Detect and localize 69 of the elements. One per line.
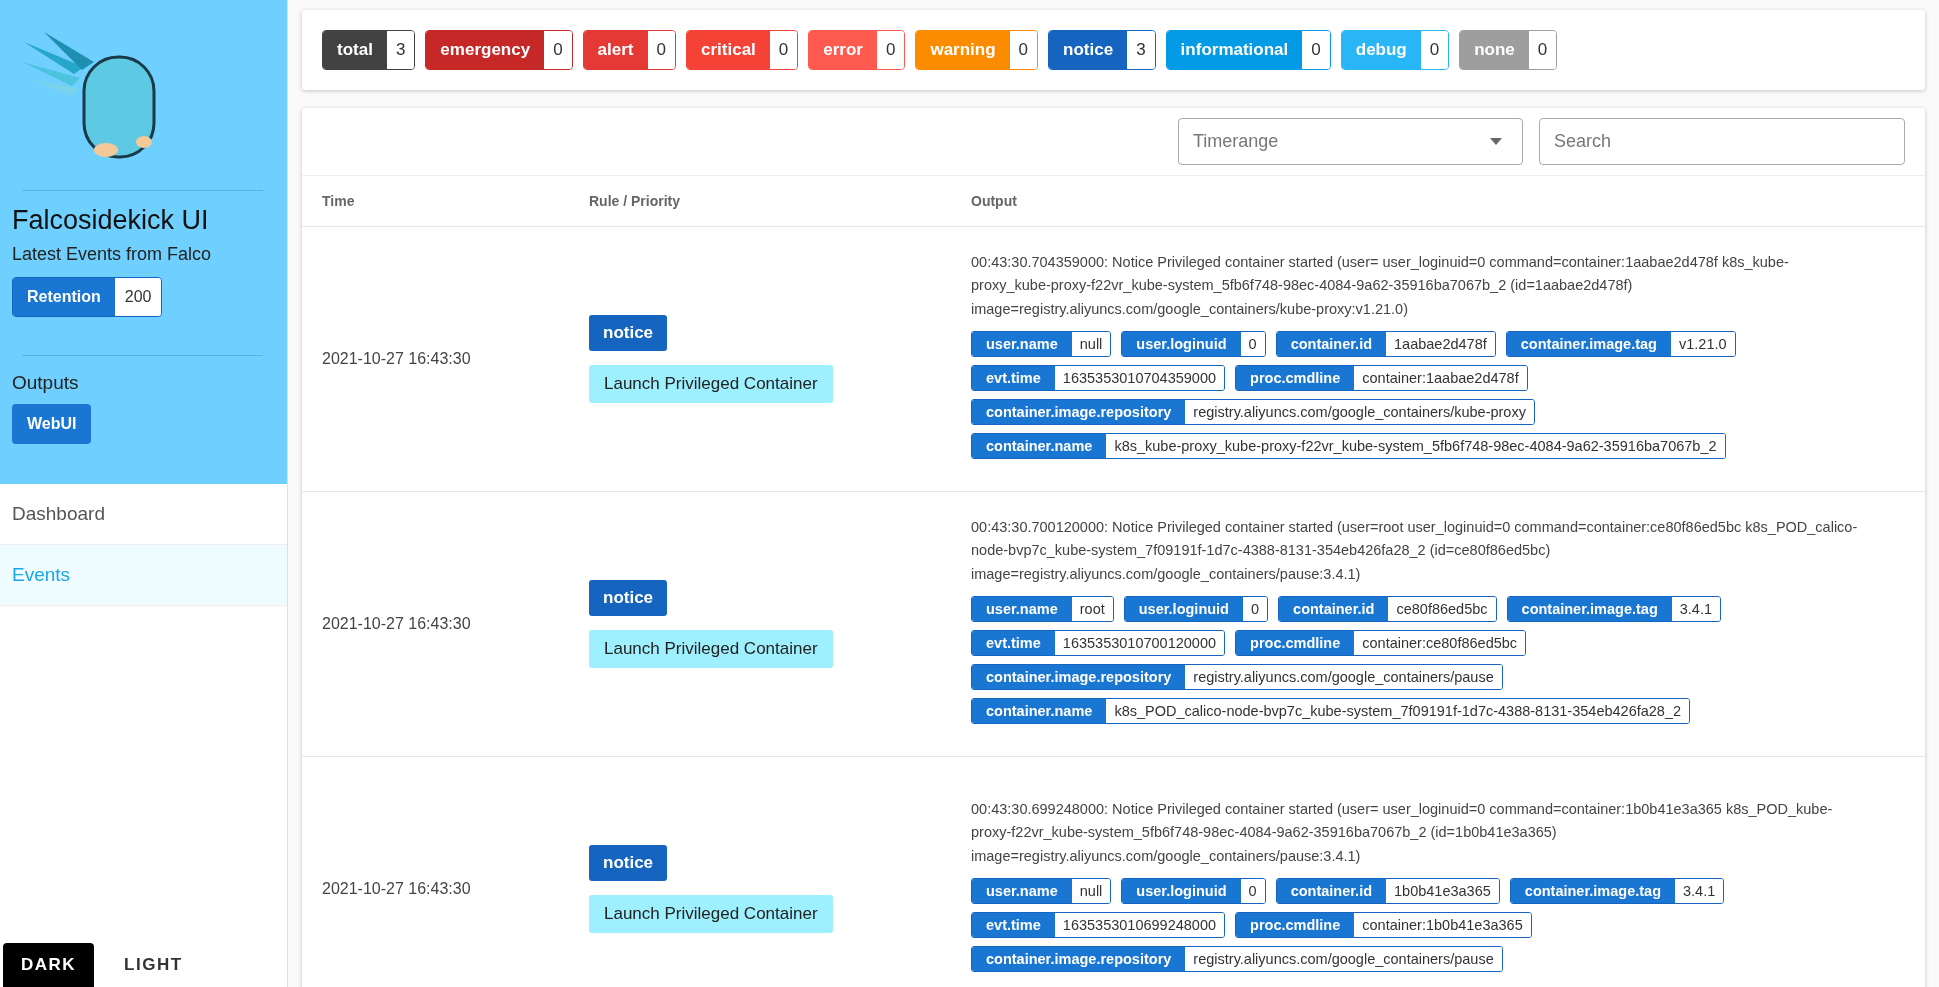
counter-label: warning: [916, 31, 1010, 69]
priority-counter[interactable]: none 0: [1459, 30, 1558, 70]
field-key: user.name: [972, 332, 1072, 357]
retention-label: Retention: [13, 278, 115, 316]
field-key: container.name: [972, 699, 1107, 724]
field-key: evt.time: [972, 631, 1055, 656]
priority-counter[interactable]: total 3: [322, 30, 416, 70]
priority-counter[interactable]: critical 0: [686, 30, 799, 70]
field-key: evt.time: [972, 366, 1055, 391]
priority-counter[interactable]: notice 3: [1048, 30, 1156, 70]
field-key: container.image.repository: [972, 665, 1186, 690]
counter-label: notice: [1049, 31, 1128, 69]
output-button[interactable]: WebUI: [12, 404, 92, 444]
priority-counter[interactable]: error 0: [808, 30, 906, 70]
field-key: container.id: [1276, 332, 1387, 357]
counter-label: error: [809, 31, 877, 69]
field-key: user.name: [972, 879, 1072, 904]
event-output: 00:43:30.699248000: Notice Privileged container started (user= user_loginuid=0 command=container:1b0b41e3a365 k8s_POD_kube-proxy-f22vr_kube-system_5fb6f748-98ec-4084-9a62-35916ba7067b_2 (id=1b0b41e3a365) image=registry.aliyuncs.com/google_containers/pause:3.4.1): [971, 799, 1834, 866]
field-key: user.name: [972, 597, 1072, 622]
field-key: proc.cmdline: [1236, 913, 1355, 938]
field-key: container.id: [1279, 597, 1389, 622]
priority-tag: notice: [589, 580, 668, 616]
column-header: Rule / Priority: [589, 193, 681, 209]
counter-label: critical: [687, 31, 770, 69]
event-time: 2021-10-27 16:43:30: [322, 880, 471, 897]
timerange-select[interactable]: Timerange: [1178, 118, 1523, 165]
search-field[interactable]: Search: [1539, 118, 1905, 165]
priority-counter[interactable]: alert 0: [582, 30, 676, 70]
counter-label: debug: [1341, 31, 1421, 69]
field-key: container.name: [972, 434, 1107, 459]
theme-button[interactable]: LIGHT: [106, 943, 201, 987]
field-key: container.image.repository: [972, 947, 1186, 972]
app-title: Falcosidekick UI: [12, 205, 210, 236]
counter-label: none: [1460, 31, 1529, 69]
priority-tag: notice: [589, 845, 668, 881]
field-key: container.image.tag: [1510, 879, 1675, 904]
field-key: container.image.tag: [1506, 332, 1671, 357]
priority-counter[interactable]: informational 0: [1165, 30, 1331, 70]
dropdown-caret-icon: [1490, 137, 1502, 146]
priority-counter[interactable]: debug 0: [1340, 30, 1450, 70]
rule-tag: Launch Privileged Container: [589, 365, 833, 403]
priority-tag: notice: [589, 315, 668, 351]
counter-label: alert: [583, 31, 648, 69]
field-key: user.loginuid: [1122, 879, 1241, 904]
field-key: user.loginuid: [1124, 597, 1243, 622]
counter-label: informational: [1166, 31, 1303, 69]
field-key: proc.cmdline: [1236, 366, 1355, 391]
counter-label: total: [323, 31, 387, 69]
event-output: 00:43:30.704359000: Notice Privileged container started (user= user_loginuid=0 command=container:1aabae2d478f k8s_kube-proxy_kube-proxy-f22vr_kube-system_5fb6f748-98ec-4084-9a62-35916ba7067b_2 (id=1aabae2d478f) image=registry.aliyuncs.com/google_containers/kube-proxy:v1.21.0): [971, 252, 1790, 319]
event-time: 2021-10-27 16:43:30: [322, 615, 471, 632]
priority-counter[interactable]: warning 0: [915, 30, 1039, 70]
field-key: container.image.tag: [1507, 597, 1672, 622]
field-key: proc.cmdline: [1236, 631, 1355, 656]
field-key: user.loginuid: [1122, 332, 1241, 357]
column-header: Time: [322, 193, 355, 209]
theme-button[interactable]: DARK: [3, 943, 95, 987]
app-subtitle: Latest Events from Falco: [12, 244, 213, 265]
event-time: 2021-10-27 16:43:30: [322, 350, 471, 367]
event-output: 00:43:30.700120000: Notice Privileged container started (user=root user_loginuid=0 command=container:ce80f86ed5bc k8s_POD_calico-node-bvp7c_kube-system_7f09191f-1d7c-4388-8131-354eb426fa28_2 (id=ce80f86ed5bc) image=registry.aliyuncs.com/google_containers/pause:3.4.1): [971, 517, 1859, 584]
rule-tag: Launch Privileged Container: [589, 630, 833, 668]
field-key: container.image.repository: [972, 400, 1186, 425]
field-key: evt.time: [972, 913, 1055, 938]
field-key: container.id: [1276, 879, 1387, 904]
counter-label: emergency: [426, 31, 545, 69]
column-header: Output: [971, 193, 1017, 209]
retention-value: 200: [114, 278, 162, 316]
outputs-heading: Outputs: [12, 372, 80, 394]
rule-tag: Launch Privileged Container: [589, 895, 833, 933]
priority-counter[interactable]: emergency 0: [425, 30, 573, 70]
